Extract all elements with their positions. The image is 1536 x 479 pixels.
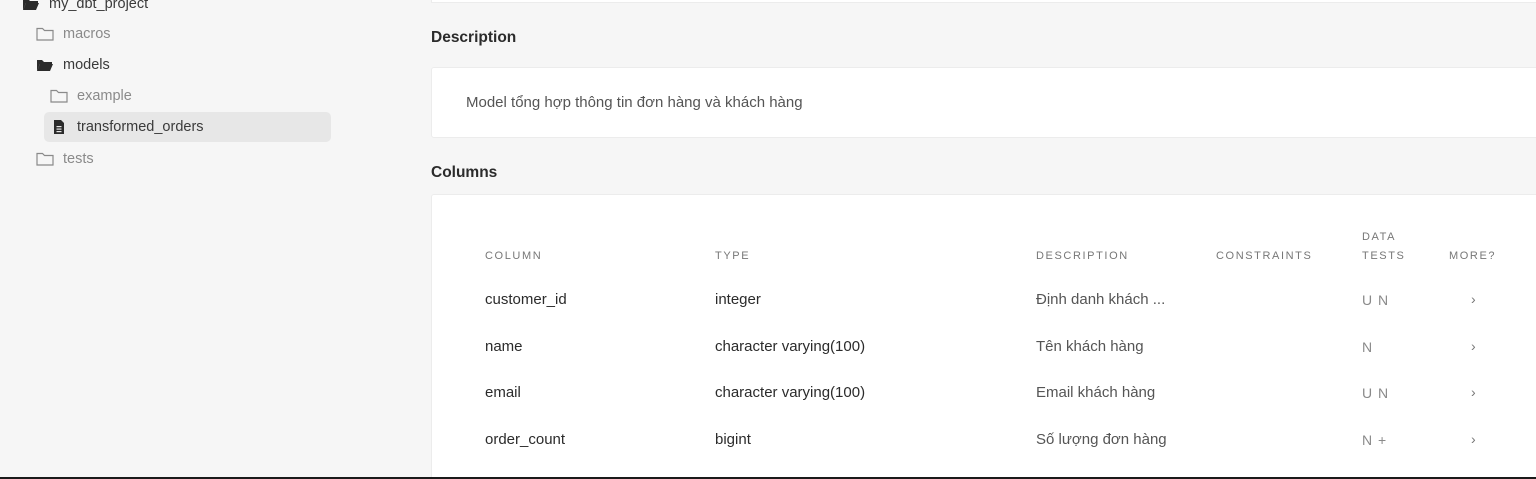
folder-icon — [36, 151, 54, 167]
header-data-tests-2: TESTS — [1362, 250, 1406, 262]
table-row-3-type: bigint — [715, 431, 751, 448]
tree-item-transformed-orders[interactable]: transformed_orders — [44, 112, 331, 142]
top-card — [431, 0, 1536, 3]
header-type: TYPE — [715, 250, 751, 262]
table-row-1-tests: N — [1362, 339, 1374, 355]
folder-open-icon — [22, 0, 40, 12]
table-row-2-description: Email khách hàng — [1036, 384, 1156, 401]
table-row-2-type: character varying(100) — [715, 384, 866, 401]
chevron-right-icon[interactable]: › — [1471, 431, 1476, 447]
tree-item-label: macros — [63, 26, 111, 42]
header-more: MORE? — [1449, 250, 1497, 262]
table-row-0-tests: U N — [1362, 292, 1390, 308]
header-description: DESCRIPTION — [1036, 250, 1129, 262]
folder-icon — [36, 26, 54, 42]
table-row-0-type: integer — [715, 291, 761, 308]
tree-item-label: models — [63, 57, 110, 73]
folder-open-icon — [36, 57, 54, 73]
tree-item-label: transformed_orders — [77, 119, 204, 135]
chevron-right-icon[interactable]: › — [1471, 291, 1476, 307]
header-column: COLUMN — [485, 250, 543, 262]
table-row-1-type: character varying(100) — [715, 338, 866, 355]
table-row-1-description: Tên khách hàng — [1036, 338, 1144, 355]
file-tree: my_dbt_project macros models example tra… — [0, 0, 345, 479]
tree-item-models[interactable]: models — [36, 50, 110, 80]
file-icon — [50, 119, 68, 135]
main-content: Description Model tổng hợp thông tin đơn… — [431, 0, 1536, 479]
tree-item-project[interactable]: my_dbt_project — [22, 0, 148, 19]
tree-item-label: example — [77, 88, 132, 104]
table-row-3-description: Số lượng đơn hàng — [1036, 431, 1167, 448]
chevron-right-icon[interactable]: › — [1471, 338, 1476, 354]
tree-item-label: my_dbt_project — [49, 0, 149, 12]
description-text: Model tổng hợp thông tin đơn hàng và khá… — [466, 94, 803, 111]
columns-card: COLUMN TYPE DESCRIPTION CONSTRAINTS DATA… — [431, 194, 1536, 479]
tree-item-tests[interactable]: tests — [36, 144, 94, 174]
description-card: Model tổng hợp thông tin đơn hàng và khá… — [431, 67, 1536, 138]
tree-item-label: tests — [63, 151, 94, 167]
header-constraints: CONSTRAINTS — [1216, 250, 1313, 262]
tree-item-macros[interactable]: macros — [36, 19, 111, 49]
table-row-3-column: order_count — [485, 431, 566, 448]
tree-item-example[interactable]: example — [50, 81, 132, 111]
table-row-3-tests: N + — [1362, 432, 1388, 448]
chevron-right-icon[interactable]: › — [1471, 384, 1476, 400]
table-row-2-tests: U N — [1362, 385, 1390, 401]
table-row-0-description: Định danh khách ... — [1036, 291, 1166, 308]
table-row-2-column: email — [485, 384, 521, 401]
header-data-tests-1: DATA — [1362, 231, 1397, 243]
description-title: Description — [431, 29, 517, 46]
table-row-0-column: customer_id — [485, 291, 567, 308]
folder-icon — [50, 88, 68, 104]
columns-title: Columns — [431, 164, 498, 181]
table-row-1-column: name — [485, 338, 523, 355]
